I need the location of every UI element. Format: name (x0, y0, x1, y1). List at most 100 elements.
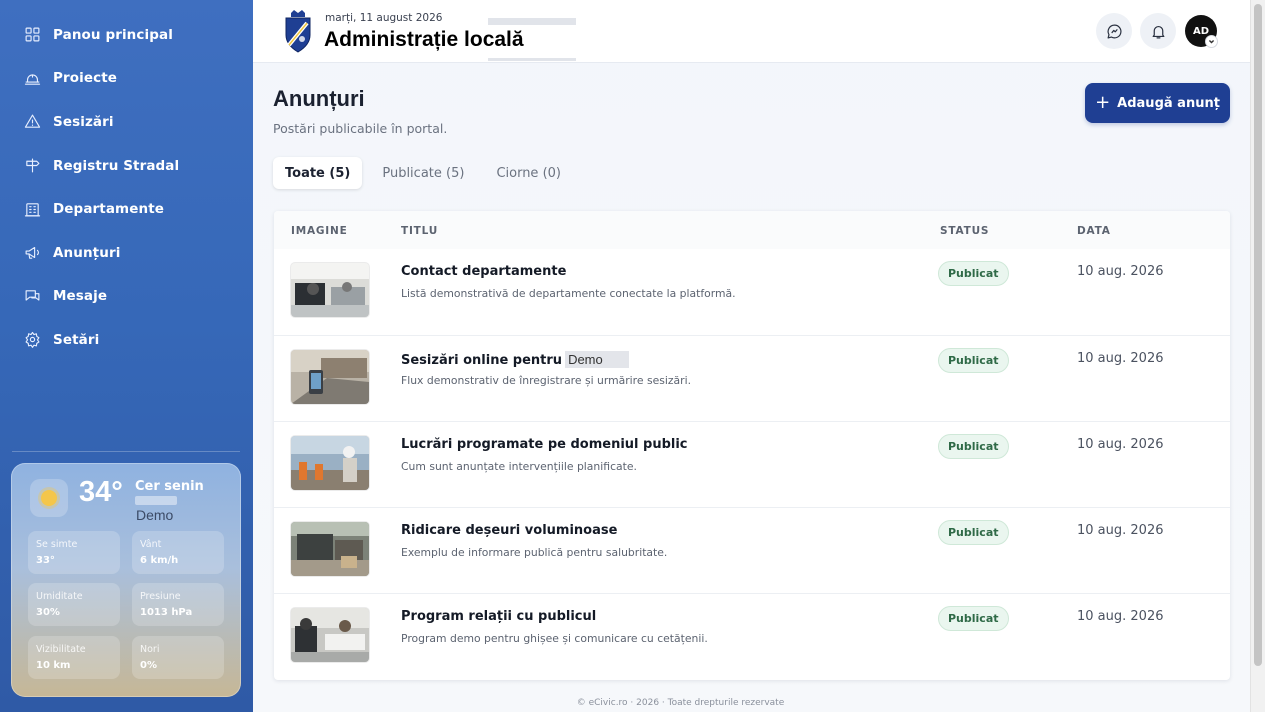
announcement-thumbnail (291, 436, 369, 490)
weather-stat: Presiune 1013 hPa (132, 583, 224, 626)
sun-icon (30, 479, 68, 517)
tab-all[interactable]: Toate (5) (273, 157, 363, 189)
chevron-down-icon[interactable] (1205, 35, 1218, 48)
weather-stat-label: Se simte (36, 539, 78, 550)
redacted-bar (488, 18, 576, 25)
announcement-title[interactable]: Sesizări online pentru Demo (401, 351, 630, 368)
sidebar-item-announcements[interactable]: Anunțuri (0, 231, 253, 275)
weather-widget: 34° Cer senin Demo Se simte 33° Vânt 6 k… (11, 463, 241, 697)
coat-of-arms-logo (285, 10, 311, 53)
announcements-table: IMAGINE TITLU STATUS DATA Contact depart… (274, 211, 1230, 680)
sidebar-item-dashboard[interactable]: Panou principal (0, 13, 253, 57)
weather-stat-value: 1013 hPa (140, 607, 193, 618)
page-scrollbar[interactable] (1250, 0, 1265, 712)
sidebar-item-street-registry[interactable]: Registru Stradal (0, 144, 253, 188)
weather-stat-label: Vânt (140, 539, 162, 550)
alert-triangle-icon (24, 115, 41, 129)
announcement-title[interactable]: Lucrări programate pe domeniul public (401, 437, 688, 452)
status-badge: Publicat (938, 434, 1009, 459)
announcement-title[interactable]: Ridicare deșeuri voluminoase (401, 523, 617, 538)
bell-icon (1152, 25, 1164, 38)
current-date: marți, 11 august 2026 (325, 12, 443, 24)
projects-icon (24, 74, 41, 85)
column-header-title: TITLU (401, 225, 439, 237)
weather-stat-value: 10 km (36, 660, 71, 671)
announcement-date: 10 aug. 2026 (1077, 351, 1164, 366)
weather-city: Demo (136, 507, 174, 523)
weather-stat-value: 0% (140, 660, 157, 671)
sidebar-item-projects[interactable]: Proiecte (0, 57, 253, 101)
announcement-title[interactable]: Contact departamente (401, 264, 566, 279)
announcement-title[interactable]: Program relații cu publicul (401, 609, 596, 624)
table-row[interactable]: Lucrări programate pe domeniul public Cu… (274, 421, 1230, 507)
megaphone-icon (25, 247, 39, 259)
status-badge: Publicat (938, 348, 1009, 373)
sidebar-item-label: Anunțuri (53, 244, 121, 261)
sidebar-item-reports[interactable]: Sesizări (0, 100, 253, 144)
weather-stat: Umiditate 30% (28, 583, 120, 626)
column-header-status: STATUS (940, 225, 990, 237)
sidebar-item-label: Panou principal (53, 26, 173, 43)
weather-stat-label: Nori (140, 644, 160, 655)
chat-button[interactable] (1096, 13, 1132, 49)
weather-stat: Vânt 6 km/h (132, 531, 224, 574)
announcement-description: Listă demonstrativă de departamente cone… (401, 287, 736, 300)
sidebar-item-label: Sesizări (53, 113, 114, 130)
announcement-thumbnail (291, 522, 369, 576)
announcement-date: 10 aug. 2026 (1077, 437, 1164, 452)
announcement-thumbnail (291, 608, 369, 662)
sidebar-item-label: Proiecte (53, 70, 118, 87)
column-header-date: DATA (1077, 225, 1111, 237)
dashboard-icon (25, 27, 40, 42)
announcement-title-text: Sesizări online pentru (401, 353, 563, 368)
announcement-title-suffix: Demo (565, 351, 630, 368)
table-header: IMAGINE TITLU STATUS DATA (274, 211, 1230, 249)
page-subtitle: Postări publicabile în portal. (273, 121, 448, 136)
notifications-button[interactable] (1140, 13, 1176, 49)
announcement-thumbnail (291, 350, 369, 404)
sidebar-item-departments[interactable]: Departamente (0, 187, 253, 231)
gear-icon (25, 332, 40, 349)
weather-stat-label: Vizibilitate (36, 644, 86, 655)
tab-drafts[interactable]: Ciorne (0) (484, 157, 573, 189)
announcement-description: Cum sunt anunțate intervențiile planific… (401, 460, 637, 473)
add-announcement-label: Adaugă anunț (1117, 95, 1220, 111)
status-badge: Publicat (938, 606, 1009, 631)
sidebar-item-messages[interactable]: Mesaje (0, 275, 253, 319)
app-title: Administrație locală (324, 28, 524, 51)
sidebar-item-label: Registru Stradal (53, 157, 180, 174)
redacted-bar (488, 58, 576, 61)
table-row[interactable]: Contact departamente Listă demonstrativă… (274, 249, 1230, 335)
announcement-thumbnail (291, 263, 369, 317)
weather-stat-value: 30% (36, 607, 60, 618)
weather-condition: Cer senin (135, 479, 204, 494)
footer: © eCivic.ro · 2026 · Toate drepturile re… (253, 698, 1108, 708)
weather-redacted (135, 496, 177, 505)
building-icon (24, 202, 41, 217)
sidebar-item-label: Mesaje (53, 288, 108, 305)
status-badge: Publicat (938, 520, 1009, 545)
announcement-description: Flux demonstrativ de înregistrare și urm… (401, 374, 692, 387)
sidebar-nav: Panou principal Proiecte Sesizări Regist… (0, 13, 253, 362)
sidebar-item-settings[interactable]: Setări (0, 318, 253, 362)
table-row[interactable]: Program relații cu publicul Program demo… (274, 593, 1230, 679)
sidebar-item-label: Setări (53, 331, 100, 348)
weather-stat-value: 6 km/h (140, 555, 179, 566)
weather-stat: Se simte 33° (28, 531, 120, 574)
tab-published[interactable]: Publicate (5) (370, 157, 476, 189)
plus-icon: + (1095, 92, 1111, 113)
chat-icon (25, 290, 40, 301)
table-row[interactable]: Ridicare deșeuri voluminoase Exemplu de … (274, 507, 1230, 593)
table-row[interactable]: Sesizări online pentru Demo Flux demonstr… (274, 335, 1230, 421)
weather-stat: Nori 0% (132, 636, 224, 679)
weather-stat: Vizibilitate 10 km (28, 636, 120, 679)
scrollbar-thumb[interactable] (1254, 4, 1262, 666)
weather-stat-label: Presiune (140, 591, 181, 602)
status-badge: Publicat (938, 261, 1009, 286)
filter-tabs: Toate (5) Publicate (5) Ciorne (0) (273, 157, 581, 189)
announcement-date: 10 aug. 2026 (1077, 609, 1164, 624)
add-announcement-button[interactable]: + Adaugă anunț (1085, 83, 1230, 123)
top-bar: marți, 11 august 2026 Administrație loca… (253, 0, 1250, 63)
announcement-description: Program demo pentru ghișee și comunicare… (401, 632, 708, 645)
weather-stat-value: 33° (36, 555, 55, 566)
